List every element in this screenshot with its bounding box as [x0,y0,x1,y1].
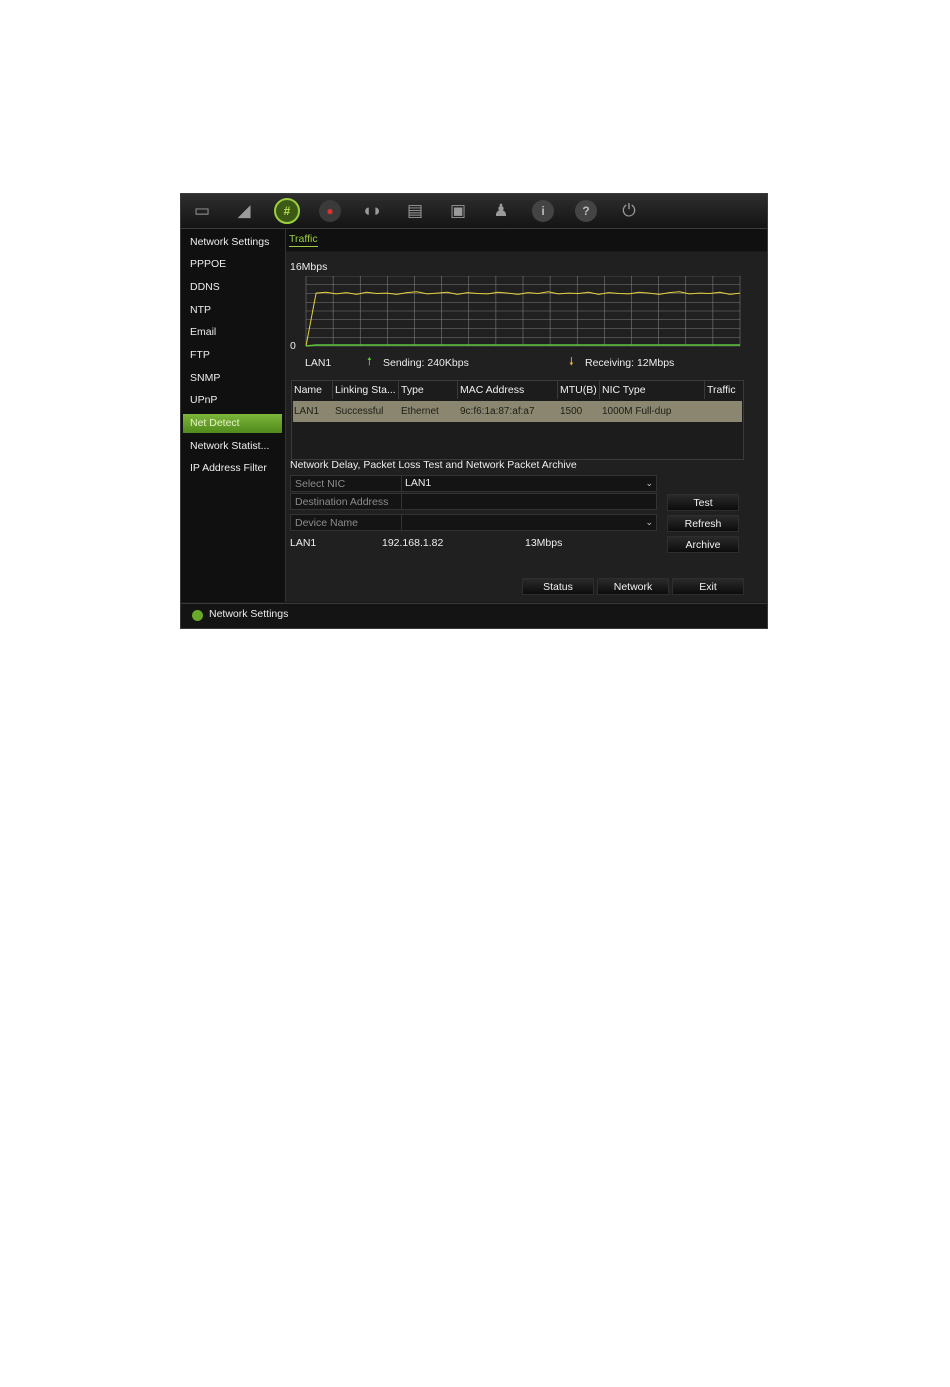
exit-button[interactable]: Exit [672,578,744,595]
sidebar-item-network-statistics[interactable]: Network Statist... [183,437,282,456]
cell-name: LAN1 [294,406,320,417]
traffic-interface-label: LAN1 [305,357,332,369]
sidebar-item-network-settings[interactable]: Network Settings [183,233,282,252]
archive-button[interactable]: Archive [667,536,739,553]
chart-y-max-label: 16Mbps [290,261,328,273]
device-name-dropdown[interactable]: Device Name ⌄ [290,514,657,531]
cell-mac-address: 9c:f6:1a:87:af:a7 [460,406,535,417]
status-button[interactable]: Status [522,578,594,595]
column-header-traffic[interactable]: Traffic [705,381,743,399]
sidebar-item-net-detect[interactable]: Net Detect [183,414,282,433]
select-nic-label: Select NIC [295,478,346,490]
tab-traffic[interactable]: Traffic [289,233,318,247]
chart-grid [305,276,741,347]
status-bar: Network Settings [181,603,767,628]
test-button[interactable]: Test [667,494,739,511]
display-icon[interactable]: ▭ [189,198,215,224]
result-speed: 13Mbps [525,537,563,549]
main-toolbar: ▭ ◢ # ● ◖◗ ▤ ▣ ♟ i ? ⏻ [181,194,767,229]
result-ip-address: 192.168.1.82 [382,537,444,549]
select-nic-dropdown[interactable]: Select NIC LAN1 ⌄ [290,475,657,492]
nic-table: Name Linking Sta... Type MAC Address MTU… [291,380,744,460]
sidebar-item-email[interactable]: Email [183,323,282,342]
settings-sidebar: Network Settings PPPOE DDNS NTP Email FT… [181,229,286,602]
cell-linking-status: Successful [335,406,384,417]
sending-arrow-icon: 🠕 [367,356,372,368]
device-icon[interactable]: ▤ [402,198,428,224]
net-detect-panel: 16Mbps 0 LAN1 🠕 Sending: 240Kbps 🠗 Recei… [286,252,767,602]
destination-address-field[interactable]: Destination Address [290,493,657,510]
alarm-icon[interactable]: ◖◗ [359,198,385,224]
sidebar-item-pppoe[interactable]: PPPOE [183,255,282,274]
chart-y-min-label: 0 [290,340,296,352]
nvr-window: ▭ ◢ # ● ◖◗ ▤ ▣ ♟ i ? ⏻ Network Settings … [180,193,768,629]
column-header-mtu[interactable]: MTU(B) [558,381,600,399]
cell-mtu: 1500 [560,406,583,417]
table-row[interactable]: LAN1 Successful Ethernet 9c:f6:1a:87:af:… [293,401,742,422]
record-icon[interactable]: ● [317,198,343,224]
column-header-linking-status[interactable]: Linking Sta... [333,381,399,399]
receiving-arrow-icon: 🠗 [569,356,574,368]
network-status-icon [192,610,203,621]
help-icon[interactable]: ? [573,198,599,224]
column-header-mac-address[interactable]: MAC Address [458,381,558,399]
sidebar-item-upnp[interactable]: UPnP [183,391,282,410]
sidebar-item-ddns[interactable]: DDNS [183,278,282,297]
chevron-down-icon: ⌄ [645,478,653,488]
device-name-label: Device Name [295,517,359,529]
cell-nic-type: 1000M Full-dup [602,406,672,417]
column-header-nic-type[interactable]: NIC Type [600,381,705,399]
select-nic-value: LAN1 [405,477,432,489]
traffic-chart [305,276,741,347]
network-icon[interactable]: # [274,198,300,224]
column-header-type[interactable]: Type [399,381,458,399]
refresh-button[interactable]: Refresh [667,515,739,532]
sidebar-item-ntp[interactable]: NTP [183,301,282,320]
camera-icon[interactable]: ◢ [231,198,257,224]
network-button[interactable]: Network [597,578,669,595]
power-icon[interactable]: ⏻ [616,198,642,224]
chevron-down-icon: ⌄ [645,517,653,527]
user-icon[interactable]: ♟ [488,198,514,224]
info-icon[interactable]: i [530,198,556,224]
test-section-heading: Network Delay, Packet Loss Test and Netw… [290,459,577,471]
destination-address-label: Destination Address [295,496,389,508]
cell-type: Ethernet [401,406,439,417]
receiving-rate: Receiving: 12Mbps [585,357,675,369]
column-header-name[interactable]: Name [292,381,333,399]
storage-icon[interactable]: ▣ [445,198,471,224]
result-nic: LAN1 [290,537,317,549]
sidebar-item-ip-address-filter[interactable]: IP Address Filter [183,459,282,478]
sending-rate: Sending: 240Kbps [383,357,469,369]
status-bar-text: Network Settings [209,608,289,620]
sidebar-item-ftp[interactable]: FTP [183,346,282,365]
tab-bar: Traffic [286,229,767,251]
sidebar-item-snmp[interactable]: SNMP [183,369,282,388]
